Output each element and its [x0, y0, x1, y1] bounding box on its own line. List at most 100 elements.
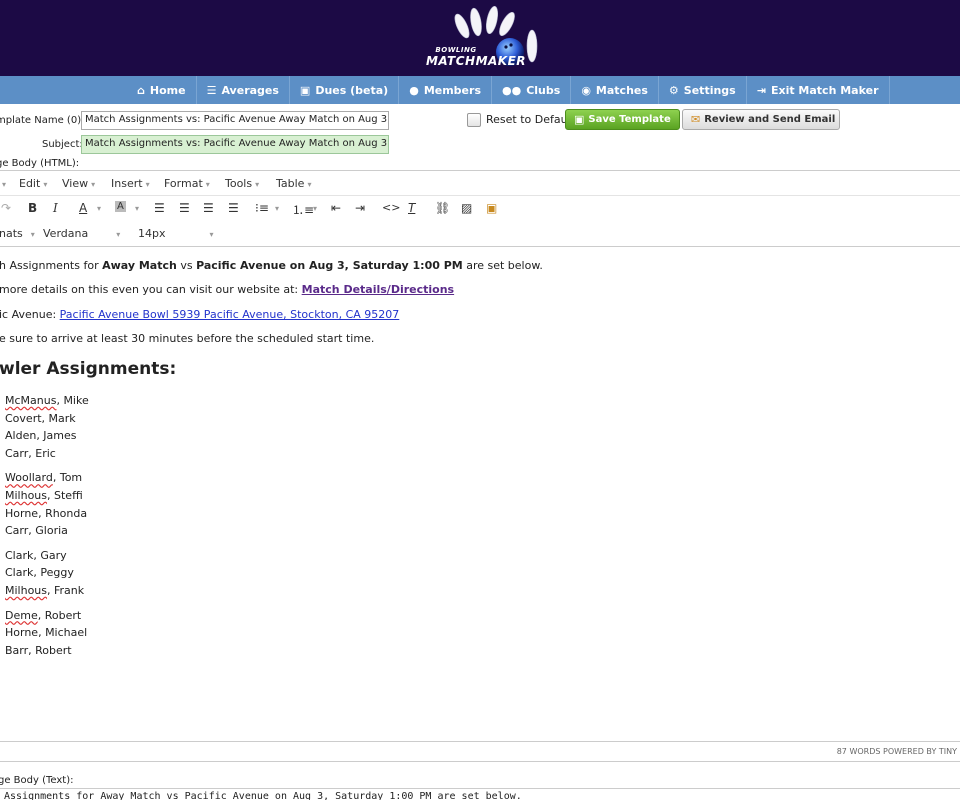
highlight-color-icon[interactable]: A	[115, 201, 126, 212]
bold-icon[interactable]: B	[28, 201, 37, 215]
nav-item-label: Settings	[683, 83, 736, 97]
menu-view[interactable]: View ▾	[62, 177, 95, 190]
align-right-icon[interactable]: ☰	[203, 201, 214, 215]
reset-default-checkbox[interactable]	[467, 113, 481, 127]
bowler-first-name: , Gary	[33, 548, 67, 562]
money-icon: ▣	[299, 83, 311, 97]
review-send-button[interactable]: ✉ Review and Send Email	[682, 109, 840, 130]
venue-line: ic Avenue: Pacific Avenue Bowl 5939 Paci…	[0, 308, 400, 321]
nav-item-label: Home	[149, 83, 186, 97]
menu-caret-partial[interactable]: ▾	[0, 177, 6, 190]
intro-line: h Assignments for Away Match vs Pacific …	[0, 259, 543, 272]
bowler-first-name: , Robert	[28, 643, 72, 657]
font-size-dropdown[interactable]: 14px ▾	[138, 227, 214, 240]
logo-main-text: MATCHMAKER	[425, 54, 527, 68]
arrival-line: e sure to arrive at least 30 minutes bef…	[0, 332, 375, 345]
source-code-icon[interactable]: <>	[382, 201, 400, 214]
word-count: 87 WORDS POWERED BY TINY	[836, 747, 957, 756]
bowler-first-name: , Mike	[56, 394, 89, 407]
text-color-caret-icon[interactable]: ▾	[97, 204, 101, 213]
numbered-list-icon[interactable]: ⒈≡	[292, 201, 314, 218]
redo-icon[interactable]: ↷	[1, 201, 11, 215]
align-center-icon[interactable]: ☰	[179, 201, 190, 215]
format-dropdown[interactable]: nats ▾	[0, 227, 35, 240]
subject-input[interactable]: Match Assignments vs: Pacific Avenue Awa…	[81, 135, 389, 154]
text-color-icon[interactable]: A	[79, 201, 87, 215]
nav-item-exit-match-maker[interactable]: ⇥ Exit Match Maker	[747, 76, 890, 104]
italic-icon[interactable]: I	[53, 201, 58, 215]
bowler-last-name: Carr	[5, 446, 29, 460]
exit-icon: ⇥	[756, 83, 766, 97]
bowler-name: Covert, Mark	[5, 412, 76, 425]
nav-item-label: Averages	[221, 83, 279, 97]
bowler-name: Woollard, Tom	[5, 471, 82, 484]
outdent-icon[interactable]: ⇤	[331, 201, 341, 215]
body-text-label: ge Body (Text):	[0, 775, 74, 786]
media-icon[interactable]: ▣	[486, 201, 497, 215]
bowler-name: Clark, Peggy	[5, 566, 74, 579]
bowler-assignments-heading: wler Assignments:	[0, 359, 177, 379]
group-icon: ●●	[502, 83, 522, 97]
bowler-first-name: , Peggy	[33, 566, 74, 580]
numbered-caret-icon[interactable]: ▾	[313, 204, 317, 213]
nav-item-label: Exit Match Maker	[770, 83, 879, 97]
nav-item-members[interactable]: ● Members	[399, 76, 492, 104]
bowler-first-name: , James	[36, 429, 77, 443]
bowler-last-name: Milhous	[5, 489, 48, 502]
clear-format-icon[interactable]: T	[408, 201, 415, 215]
bowler-name: Horne, Rhonda	[5, 507, 87, 520]
bowler-first-name: , Eric	[28, 446, 56, 460]
highlight-caret-icon[interactable]: ▾	[135, 204, 139, 213]
bowling-ball-icon: ◉	[581, 83, 591, 97]
matchmaker-logo[interactable]: BOWLING MATCHMAKER	[410, 4, 542, 74]
bowler-first-name: , Robert	[37, 608, 82, 622]
bowler-first-name: , Tom	[52, 471, 83, 485]
bowler-last-name: Woollard	[5, 471, 53, 485]
list-icon: ☰	[206, 83, 217, 97]
editor-statusbar: 87 WORDS POWERED BY TINY	[0, 741, 960, 762]
nav-item-label: Matches	[595, 83, 648, 97]
nav-item-matches[interactable]: ◉ Matches	[571, 76, 659, 104]
bowler-last-name: Barr	[5, 643, 29, 657]
nav-item-home[interactable]: ⌂ Home	[127, 76, 197, 104]
link-icon[interactable]: ⛓	[435, 201, 450, 215]
menu-tools[interactable]: Tools ▾	[225, 177, 259, 190]
rich-text-editor: ▾ Edit ▾ View ▾ Insert ▾ Format ▾ Tools ▾ Tab…	[0, 170, 960, 762]
menu-insert[interactable]: Insert ▾	[111, 177, 150, 190]
main-nav: ⌂ Home ☰ Averages ▣ Dues (beta) ● Members ●● Club…	[0, 76, 960, 104]
reset-default-label: Reset to Default	[486, 113, 575, 126]
nav-item-settings[interactable]: ⚙ Settings	[659, 76, 747, 104]
bowler-name: Milhous, Frank	[5, 584, 84, 597]
bowler-name: McManus, Mike	[5, 394, 89, 407]
match-details-link[interactable]: Match Details/Directions	[302, 283, 454, 296]
bullet-caret-icon[interactable]: ▾	[275, 204, 279, 213]
menu-format[interactable]: Format ▾	[164, 177, 210, 190]
image-icon[interactable]: ▨	[461, 201, 472, 215]
bowler-first-name: , Michael	[38, 626, 88, 640]
template-name-input[interactable]: Match Assignments vs: Pacific Avenue Awa…	[81, 111, 389, 130]
venue-address-link[interactable]: Pacific Avenue Bowl 5939 Pacific Avenue,…	[60, 308, 400, 321]
bowler-first-name: , Gloria	[28, 524, 68, 538]
align-left-icon[interactable]: ☰	[154, 201, 165, 215]
bullet-list-icon[interactable]: ⁝≡	[255, 201, 269, 215]
body-text-area[interactable]: Assignments for Away Match vs Pacific Av…	[0, 788, 960, 800]
nav-item-dues-beta[interactable]: ▣ Dues (beta)	[290, 76, 400, 104]
bowler-last-name: Covert	[5, 411, 42, 425]
nav-items: ⌂ Home ☰ Averages ▣ Dues (beta) ● Members ●● Club…	[127, 76, 890, 104]
menu-table[interactable]: Table ▾	[276, 177, 311, 190]
menu-edit[interactable]: Edit ▾	[19, 177, 47, 190]
template-name-label: mplate Name (0):	[0, 115, 85, 126]
logo-wordmark: BOWLING MATCHMAKER	[410, 46, 542, 68]
bowler-last-name: Clark	[5, 566, 34, 580]
nav-item-averages[interactable]: ☰ Averages	[197, 76, 290, 104]
save-template-button[interactable]: ▣ Save Template	[565, 109, 680, 130]
indent-icon[interactable]: ⇥	[355, 201, 365, 215]
nav-item-clubs[interactable]: ●● Clubs	[492, 76, 572, 104]
bowler-last-name: Clark	[5, 548, 34, 562]
save-template-label: Save Template	[588, 114, 671, 125]
font-family-dropdown[interactable]: Verdana ▾	[43, 227, 120, 240]
body-html-label: ge Body (HTML):	[0, 158, 80, 169]
align-justify-icon[interactable]: ☰	[228, 201, 239, 215]
review-send-label: Review and Send Email	[704, 114, 836, 125]
nav-item-label: Members	[423, 83, 481, 97]
